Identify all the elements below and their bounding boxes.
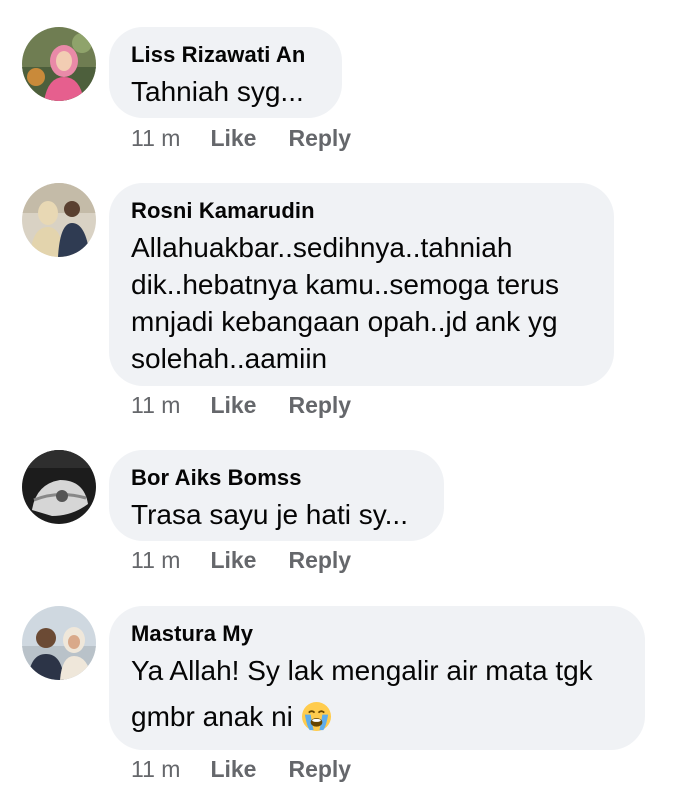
avatar[interactable] (22, 27, 96, 101)
comment-actions: 11 m Like Reply (131, 392, 351, 419)
comment-text: Trasa sayu je hati sy... (131, 499, 408, 530)
comment-bubble: Bor Aiks Bomss Trasa sayu je hati sy... (109, 450, 444, 541)
like-button[interactable]: Like (210, 125, 256, 152)
comment-bubble: Mastura My Ya Allah! Sy lak mengalir air… (109, 606, 645, 750)
comment-bubble: Rosni Kamarudin Allahuakbar..sedihnya..t… (109, 183, 614, 386)
comment-author[interactable]: Mastura My (131, 620, 623, 648)
like-button[interactable]: Like (210, 547, 256, 574)
comment-text: Tahniah syg... (131, 76, 304, 107)
like-button[interactable]: Like (210, 756, 256, 783)
comment-timestamp[interactable]: 11 m (131, 392, 180, 419)
comment-author[interactable]: Bor Aiks Bomss (131, 464, 422, 492)
reply-button[interactable]: Reply (288, 125, 351, 152)
reply-button[interactable]: Reply (288, 547, 351, 574)
comment-author[interactable]: Rosni Kamarudin (131, 197, 592, 225)
comment-text-line: Ya Allah! Sy lak mengalir air mata tgk (131, 655, 593, 686)
avatar[interactable] (22, 606, 96, 680)
comment-actions: 11 m Like Reply (131, 756, 351, 783)
comment-bubble: Liss Rizawati An Tahniah syg... (109, 27, 342, 118)
comment-timestamp[interactable]: 11 m (131, 547, 180, 574)
comment-timestamp[interactable]: 11 m (131, 756, 180, 783)
comment-actions: 11 m Like Reply (131, 125, 351, 152)
comment-timestamp[interactable]: 11 m (131, 125, 180, 152)
like-button[interactable]: Like (210, 392, 256, 419)
comment-text: Ya Allah! Sy lak mengalir air mata tgk g… (131, 648, 623, 740)
avatar[interactable] (22, 183, 96, 257)
comment-text: Allahuakbar..sedihnya..tahniah dik..heba… (131, 232, 560, 374)
reply-button[interactable]: Reply (288, 756, 351, 783)
comment-text-line: gmbr anak ni (131, 701, 293, 732)
loudly-crying-face-emoji (301, 700, 332, 732)
avatar[interactable] (22, 450, 96, 524)
reply-button[interactable]: Reply (288, 392, 351, 419)
comment-author[interactable]: Liss Rizawati An (131, 41, 320, 69)
comment-actions: 11 m Like Reply (131, 547, 351, 574)
